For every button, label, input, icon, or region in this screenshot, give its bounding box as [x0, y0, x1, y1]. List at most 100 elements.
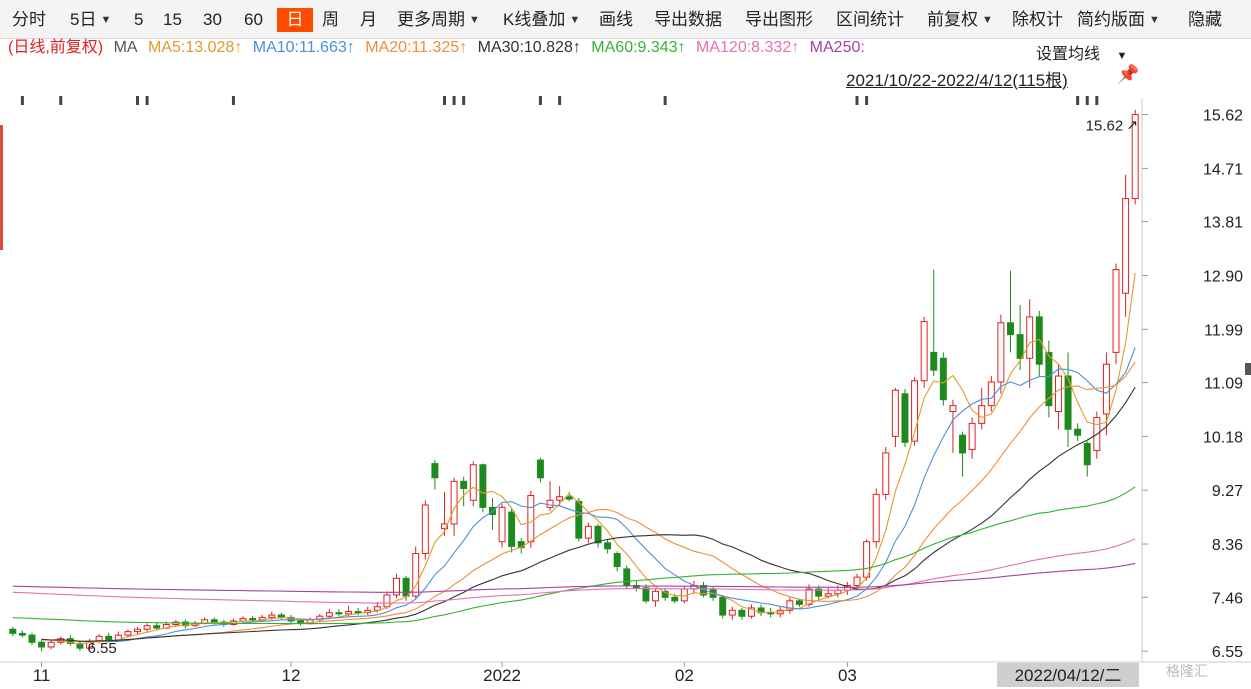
candle-body	[335, 612, 343, 615]
candle-body	[719, 596, 727, 616]
candle-body	[959, 434, 966, 454]
candle-body	[345, 610, 353, 615]
x-tick-label: 2022	[483, 666, 521, 685]
x-tick-label: 12	[282, 666, 301, 685]
y-tick-label: 7.46	[1212, 590, 1243, 607]
candle-body	[863, 541, 871, 578]
candle-body	[594, 525, 602, 544]
candle-body	[268, 614, 276, 618]
event-marker	[20, 96, 24, 105]
candle-body	[210, 619, 218, 623]
candle-body	[987, 381, 995, 407]
candle-body	[124, 631, 132, 636]
candle-body	[767, 612, 775, 615]
event-marker	[231, 96, 235, 105]
candle-body	[623, 568, 631, 586]
candle-body	[891, 389, 899, 437]
candle-body	[1054, 375, 1062, 413]
event-marker	[855, 96, 859, 105]
candle-body	[968, 422, 976, 450]
candle-body	[584, 525, 592, 539]
candle-body	[1083, 442, 1091, 466]
arrow-icon: ↗	[1126, 117, 1138, 133]
candlestick-chart[interactable]: 15.62 14.71 13.81 12.90 11.99 11.09 10.18 9.27 8…	[0, 0, 1251, 689]
candle-body	[930, 351, 938, 371]
candle-body	[853, 576, 861, 586]
y-tick-label: 13.81	[1203, 215, 1243, 232]
ma10-line	[41, 347, 1136, 642]
x-tick-label: 11	[33, 666, 51, 685]
x-tick-label: 02	[675, 666, 694, 685]
y-tick-label: 9.27	[1212, 483, 1243, 500]
candle-body	[565, 496, 573, 500]
candle-body	[498, 506, 506, 543]
candle-body	[824, 593, 832, 597]
event-marker	[442, 96, 446, 105]
current-date-label: 2022/04/12/二	[1015, 666, 1122, 685]
candle-body	[47, 641, 55, 648]
candle-body	[604, 542, 612, 550]
side-handle[interactable]	[1245, 363, 1251, 375]
candle-body	[9, 628, 17, 634]
watermark: 格隆汇	[1166, 663, 1208, 679]
candle-body	[508, 511, 516, 547]
candle-body	[920, 321, 928, 382]
candle-body	[872, 493, 880, 543]
candle-body	[1112, 269, 1120, 353]
candle-body	[978, 405, 986, 424]
event-marker	[663, 96, 667, 105]
y-tick-label: 14.71	[1203, 161, 1243, 178]
candle-body	[402, 577, 410, 597]
candle-body	[153, 625, 161, 629]
event-marker	[558, 96, 562, 105]
candle-body	[575, 500, 583, 539]
candle-body	[652, 590, 660, 602]
y-tick-label: 6.55	[1212, 644, 1243, 661]
candle-body	[383, 594, 391, 608]
candle-body	[143, 625, 151, 630]
candle-body	[18, 632, 26, 636]
candle-body	[1102, 363, 1110, 415]
candle-body	[1026, 316, 1034, 359]
candle-body	[28, 634, 36, 643]
event-marker	[1085, 96, 1089, 105]
candle-body	[546, 499, 554, 508]
candle-body	[469, 464, 477, 501]
low-annotation: 6.55	[88, 640, 117, 657]
candle-body	[901, 393, 909, 443]
candle-body	[412, 553, 420, 597]
y-tick-label: 12.90	[1203, 268, 1243, 285]
candle-body	[1016, 334, 1024, 359]
event-marker	[865, 96, 869, 105]
y-tick-label: 15.62	[1203, 108, 1243, 125]
candle-body	[997, 322, 1005, 383]
candle-body	[38, 641, 46, 648]
ma5-line	[41, 272, 1136, 645]
event-marker	[452, 96, 456, 105]
candle-body	[613, 553, 621, 568]
y-tick-label: 10.18	[1203, 429, 1243, 446]
candle-body	[249, 618, 257, 621]
event-marker	[1076, 96, 1080, 105]
candle-body	[536, 459, 544, 479]
candle-body	[671, 596, 679, 602]
y-tick-label: 11.99	[1204, 322, 1243, 339]
candle-body	[738, 609, 746, 617]
y-tick-label: 11.09	[1204, 376, 1243, 393]
candle-body	[450, 480, 458, 525]
candle-body	[421, 504, 429, 555]
candle-body	[556, 496, 564, 501]
candle-body	[479, 464, 487, 508]
candle-body	[1122, 198, 1130, 294]
x-tick-label: 03	[838, 666, 857, 685]
candle-body	[527, 495, 535, 543]
candle-body	[239, 618, 247, 622]
ma250-line	[12, 562, 1136, 593]
candle-body	[134, 628, 141, 633]
high-annotation: 15.62	[1086, 118, 1124, 135]
candle-body	[1007, 322, 1014, 336]
candle-body	[949, 405, 957, 413]
event-marker	[59, 96, 63, 105]
ma60-line	[12, 486, 1136, 625]
candle-body	[882, 452, 890, 495]
